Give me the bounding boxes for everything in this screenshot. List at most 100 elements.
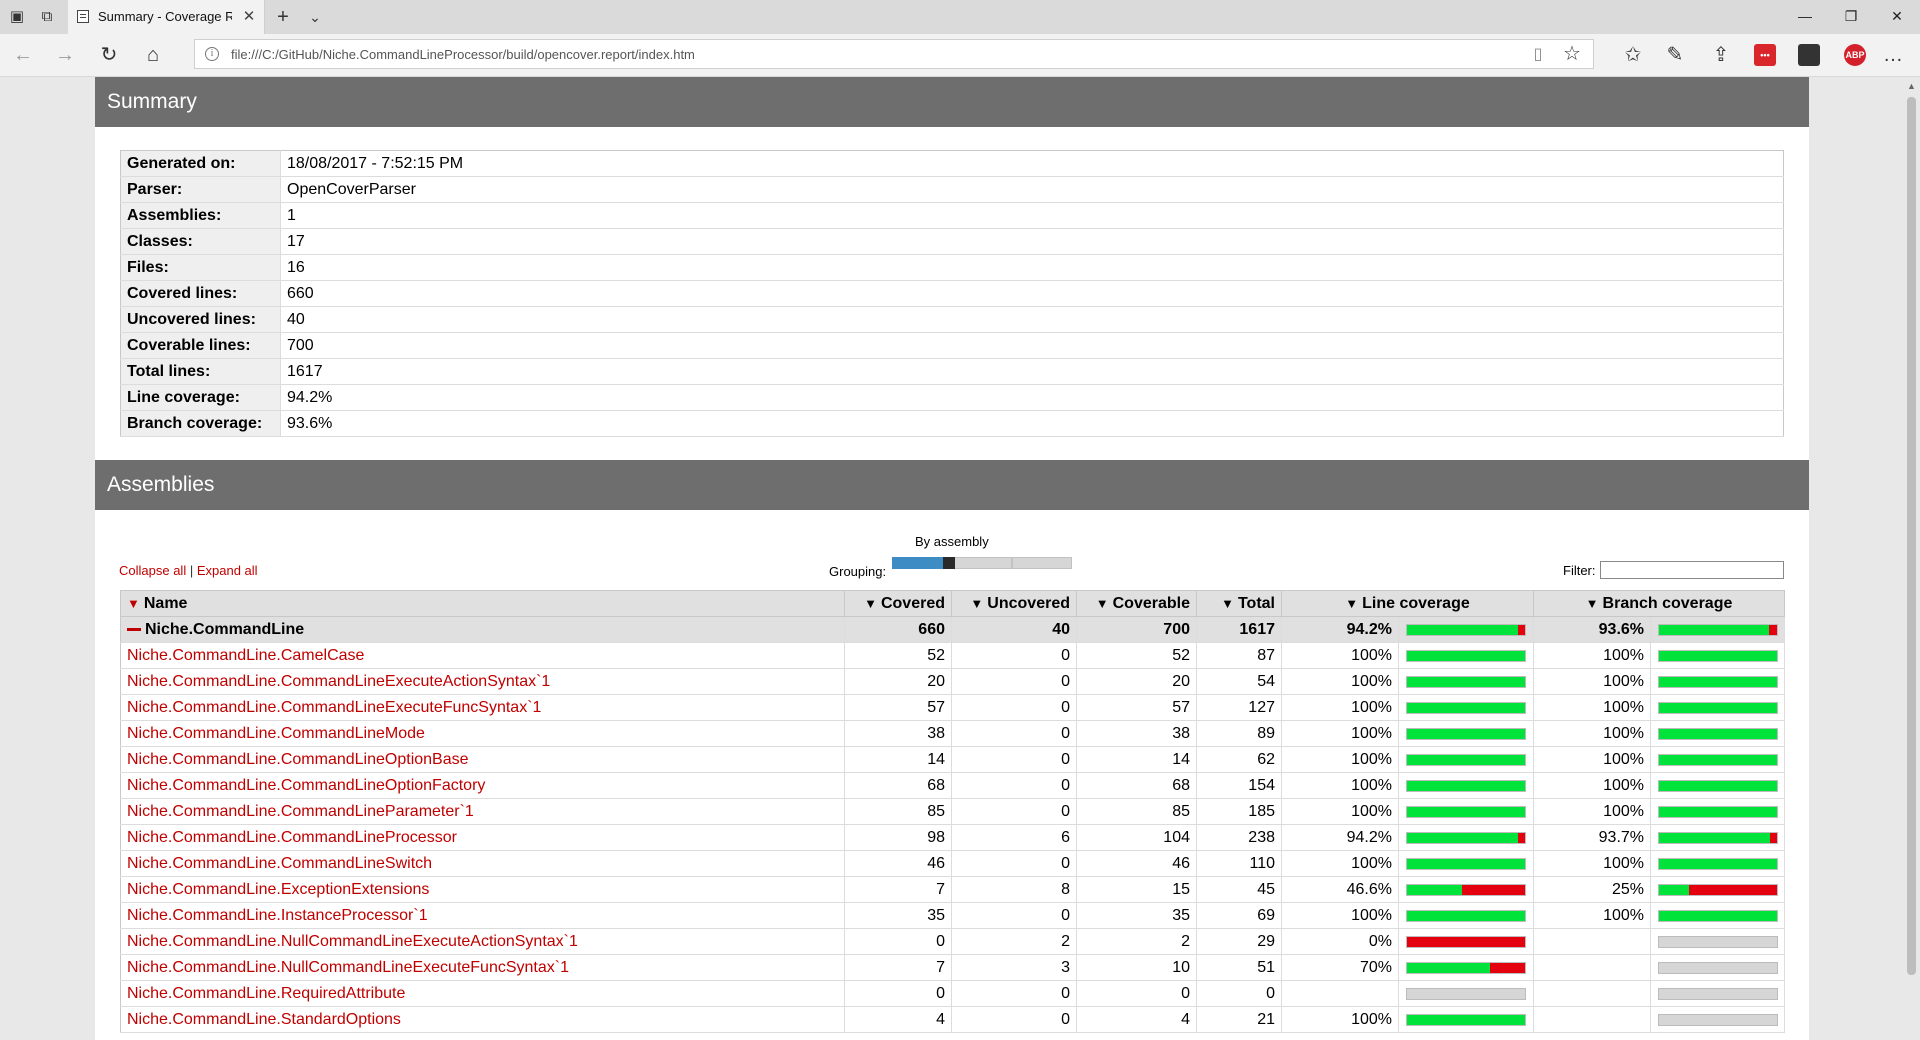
class-name-link[interactable]: Niche.CommandLine.CommandLineExecuteActi… xyxy=(120,668,845,695)
address-bar[interactable]: i file:///C:/GitHub/Niche.CommandLinePro… xyxy=(194,39,1594,69)
table-row[interactable]: Niche.CommandLine.NullCommandLineExecute… xyxy=(120,954,1786,981)
cell-covered: 0 xyxy=(844,928,952,955)
summary-value: 18/08/2017 - 7:52:15 PM xyxy=(280,150,1784,177)
column-header-name[interactable]: ▼ Name xyxy=(120,590,845,617)
favorites-icon[interactable]: ✩ xyxy=(1620,43,1646,67)
table-row[interactable]: Niche.CommandLine.CamelCase 52 0 52 87 100% 10… xyxy=(120,642,1786,669)
tab-set-aside-icon[interactable]: ▣ xyxy=(6,6,28,28)
summary-row: Generated on: 18/08/2017 - 7:52:15 PM xyxy=(120,150,1784,177)
adblock-icon[interactable]: ABP xyxy=(1844,44,1866,66)
line-coverage-bar xyxy=(1406,831,1526,844)
table-row[interactable]: Niche.CommandLine.ExceptionExtensions 7 8 1… xyxy=(120,876,1786,903)
cell-covered: 0 xyxy=(844,980,952,1007)
line-coverage-bar-cell xyxy=(1398,850,1535,877)
class-name-link[interactable]: Niche.CommandLine.NullCommandLineExecute… xyxy=(120,928,845,955)
link-separator: | xyxy=(189,563,197,578)
table-row[interactable]: Niche.CommandLine.CommandLineMode 38 0 38 89… xyxy=(120,720,1786,747)
table-row[interactable]: Niche.CommandLine.CommandLineExecuteFunc… xyxy=(120,694,1786,721)
restore-icon[interactable]: ❐ xyxy=(1828,0,1874,32)
class-name-link[interactable]: Niche.CommandLine.CommandLineOptionBase xyxy=(120,746,845,773)
class-name-link[interactable]: Niche.CommandLine.CommandLineOptionFacto… xyxy=(120,772,845,799)
cell-total: 110 xyxy=(1196,850,1282,877)
cell-total: 0 xyxy=(1196,980,1282,1007)
class-name-link[interactable]: Niche.CommandLine.ExceptionExtensions xyxy=(120,876,845,903)
table-row[interactable]: Niche.CommandLine.StandardOptions 4 0 4 21 10… xyxy=(120,1006,1786,1033)
back-icon[interactable]: ← xyxy=(10,43,36,67)
column-header-total[interactable]: ▼ Total xyxy=(1196,590,1282,617)
reading-view-icon[interactable]: ▯ xyxy=(1527,44,1549,66)
row-name-text: Niche.CommandLine.CommandLineParameter`1 xyxy=(127,802,474,820)
expand-all-link[interactable]: Expand all xyxy=(197,563,258,578)
collapse-all-link[interactable]: Collapse all xyxy=(119,563,186,578)
tab-summary[interactable]: Summary - Coverage Report ✕ xyxy=(68,0,265,34)
refresh-icon[interactable]: ↻ xyxy=(96,43,122,67)
class-name-link[interactable]: Niche.CommandLine.CommandLineMode xyxy=(120,720,845,747)
summary-table: Generated on: 18/08/2017 - 7:52:15 PM Pars… xyxy=(120,150,1784,437)
summary-key: Assemblies: xyxy=(120,202,281,229)
table-row[interactable]: Niche.CommandLine.CommandLineProcessor 98… xyxy=(120,824,1786,851)
vertical-scrollbar[interactable]: ▲ xyxy=(1902,77,1920,1040)
info-icon[interactable]: i xyxy=(205,47,219,61)
class-name-link[interactable]: Niche.CommandLine.StandardOptions xyxy=(120,1006,845,1033)
column-header-branch-coverage[interactable]: ▼ Branch coverage xyxy=(1533,590,1786,617)
grouping-slider[interactable] xyxy=(892,557,1072,571)
table-row[interactable]: Niche.CommandLine.InstanceProcessor`1 35 0… xyxy=(120,902,1786,929)
assembly-row[interactable]: Niche.CommandLine 660 40 700 1617 94.2% 93.6% xyxy=(120,616,1786,643)
close-icon[interactable]: ✕ xyxy=(240,8,258,26)
cell-branch-coverage: 100% xyxy=(1533,772,1652,799)
column-header-line-coverage[interactable]: ▼ Line coverage xyxy=(1281,590,1535,617)
table-row[interactable]: Niche.CommandLine.CommandLineParameter`1… xyxy=(120,798,1786,825)
minimize-icon[interactable]: — xyxy=(1782,0,1828,32)
summary-row: Line coverage: 94.2% xyxy=(120,384,1784,411)
grouping-value: By assembly xyxy=(915,534,989,549)
table-row[interactable]: Niche.CommandLine.CommandLineExecuteActi… xyxy=(120,668,1786,695)
pocket-icon[interactable] xyxy=(1798,44,1820,66)
table-row[interactable]: Niche.CommandLine.CommandLineSwitch 46 0 46… xyxy=(120,850,1786,877)
cell-branch-coverage xyxy=(1533,928,1652,955)
share-icon[interactable]: ⇪ xyxy=(1708,43,1734,67)
class-name-link[interactable]: Niche.CommandLine.CommandLineProcessor xyxy=(120,824,845,851)
cell-total: 154 xyxy=(1196,772,1282,799)
branch-coverage-bar-covered xyxy=(1658,702,1777,713)
tab-preview-icon[interactable]: ⧉ xyxy=(36,6,58,28)
table-row[interactable]: Niche.CommandLine.CommandLineOptionFacto… xyxy=(120,772,1786,799)
grouping-segment[interactable] xyxy=(1012,557,1072,569)
grouping-segment[interactable] xyxy=(952,557,1012,569)
forward-icon[interactable]: → xyxy=(52,43,78,67)
home-icon[interactable]: ⌂ xyxy=(140,43,166,67)
url-text[interactable]: file:///C:/GitHub/Niche.CommandLineProce… xyxy=(231,47,695,62)
assembly-name[interactable]: Niche.CommandLine xyxy=(120,616,845,643)
line-coverage-bar-covered xyxy=(1407,676,1525,687)
class-name-link[interactable]: Niche.CommandLine.RequiredAttribute xyxy=(120,980,845,1007)
summary-key: Files: xyxy=(120,254,281,281)
class-name-link[interactable]: Niche.CommandLine.CamelCase xyxy=(120,642,845,669)
more-icon[interactable]: … xyxy=(1880,43,1906,67)
table-row[interactable]: Niche.CommandLine.NullCommandLineExecute… xyxy=(120,928,1786,955)
pen-icon[interactable]: ✎ xyxy=(1662,43,1688,67)
table-row[interactable]: Niche.CommandLine.RequiredAttribute 0 0 0 0 xyxy=(120,980,1786,1007)
column-header-uncovered[interactable]: ▼ Uncovered xyxy=(951,590,1077,617)
cell-line-coverage: 100% xyxy=(1281,772,1399,799)
class-name-link[interactable]: Niche.CommandLine.CommandLineParameter`1 xyxy=(120,798,845,825)
window-close-icon[interactable]: ✕ xyxy=(1874,0,1920,32)
chevron-down-icon[interactable]: ⌄ xyxy=(304,6,326,28)
class-name-link[interactable]: Niche.CommandLine.CommandLineExecuteFunc… xyxy=(120,694,845,721)
assemblies-title: Assemblies xyxy=(107,473,215,496)
collapse-minus-icon[interactable] xyxy=(127,627,141,631)
column-header-coverable[interactable]: ▼ Coverable xyxy=(1076,590,1197,617)
column-header-covered[interactable]: ▼ Covered xyxy=(844,590,952,617)
grouping-fill xyxy=(892,557,943,569)
filter-input[interactable] xyxy=(1600,561,1784,579)
grouping-handle[interactable] xyxy=(943,557,955,569)
scroll-up-icon[interactable]: ▲ xyxy=(1907,81,1916,91)
summary-value: 94.2% xyxy=(280,384,1784,411)
new-tab-icon[interactable]: + xyxy=(272,6,294,28)
ext-red-badge[interactable]: ••• xyxy=(1754,44,1776,66)
star-icon[interactable]: ☆ xyxy=(1561,43,1583,65)
class-name-link[interactable]: Niche.CommandLine.InstanceProcessor`1 xyxy=(120,902,845,929)
class-name-link[interactable]: Niche.CommandLine.NullCommandLineExecute… xyxy=(120,954,845,981)
summary-key: Branch coverage: xyxy=(120,410,281,437)
table-row[interactable]: Niche.CommandLine.CommandLineOptionBase 1… xyxy=(120,746,1786,773)
scroll-thumb[interactable] xyxy=(1907,97,1916,975)
class-name-link[interactable]: Niche.CommandLine.CommandLineSwitch xyxy=(120,850,845,877)
